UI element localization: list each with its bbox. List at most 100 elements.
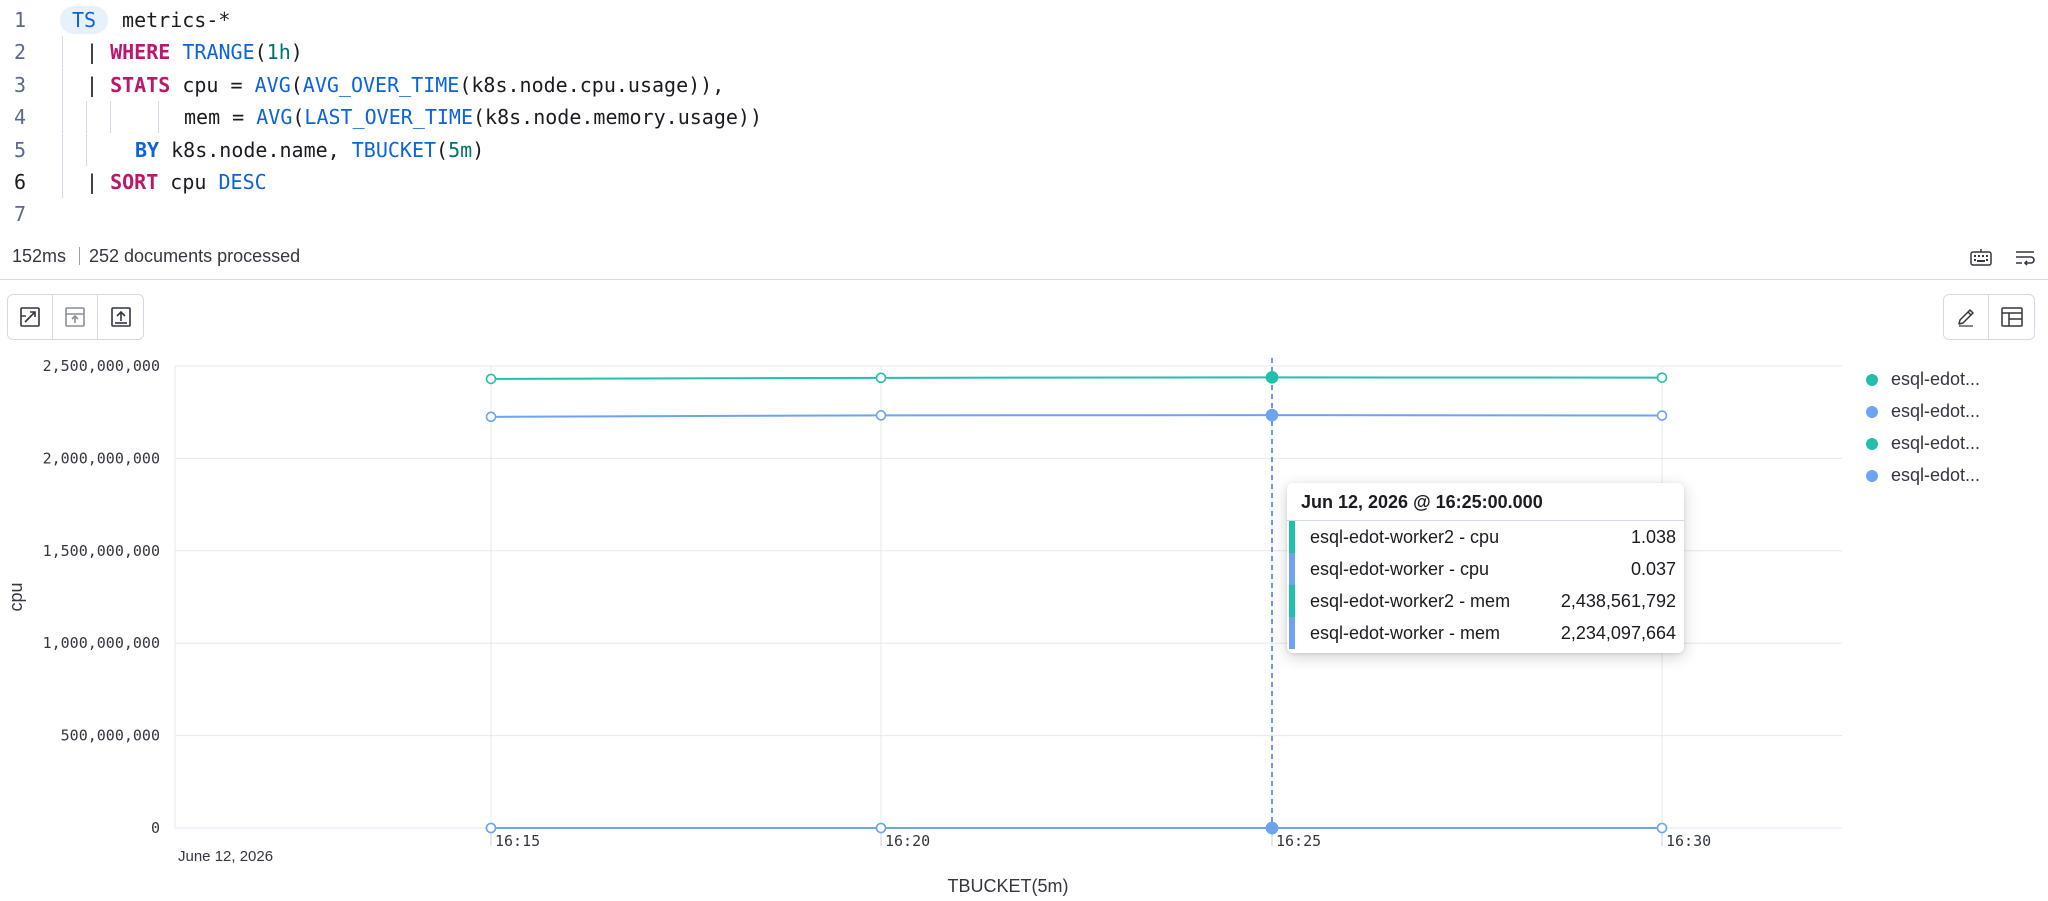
tooltip-series-value: 1.038 (1630, 527, 1676, 547)
legend-item[interactable]: esql-edot... (1866, 462, 2026, 488)
line-number: 7 (13, 202, 27, 227)
save-visualization-icon (110, 307, 131, 327)
indent-guide (62, 36, 63, 69)
y-tick-label: 500,000,000 (61, 727, 160, 745)
chart-actions-right (1943, 294, 2035, 340)
legend-swatch (1866, 438, 1878, 450)
legend-swatch (1866, 374, 1878, 386)
edit-visualization-button[interactable] (1944, 295, 1989, 339)
expand-chart-button[interactable] (8, 295, 53, 339)
x-date-label: June 12, 2026 (178, 848, 273, 865)
tooltip-row: esql-edot-worker - mem 2,234,097,664 (1287, 617, 1684, 649)
data-point (1265, 821, 1279, 835)
tooltip-series-value: 2,438,561,792 (1560, 591, 1676, 611)
y-tick-label: 2,000,000,000 (43, 449, 160, 467)
y-tick-label: 2,500,000,000 (43, 357, 160, 375)
code-text: mem = AVG(LAST_OVER_TIME(k8s.node.memory… (184, 105, 762, 130)
x-axis-title: TBUCKET(5m) (948, 876, 1069, 896)
indent-guide (62, 133, 63, 166)
tooltip-series-label: esql-edot-worker - cpu (1310, 559, 1490, 579)
edit-pencil-icon (1958, 309, 1974, 327)
legend-item[interactable]: esql-edot... (1866, 366, 2026, 392)
data-point (875, 372, 887, 384)
editor-divider (0, 279, 2048, 280)
series-line (490, 414, 1663, 418)
tooltip-series-value: 0.037 (1630, 559, 1676, 579)
code-line[interactable]: 7 (0, 198, 2048, 230)
code-text: BY k8s.node.name, TBUCKET(5m) (135, 137, 485, 162)
legend-item[interactable]: esql-edot... (1866, 430, 2026, 456)
legend-swatch (1866, 470, 1878, 482)
status-separator (79, 247, 80, 265)
data-point (485, 411, 497, 423)
data-point (1265, 371, 1279, 384)
x-tick-label: 16:20 (885, 832, 930, 850)
line-number: 1 (13, 8, 27, 32)
code-line[interactable]: 4 mem = AVG(LAST_OVER_TIME(k8s.node.memor… (0, 101, 2048, 134)
data-point (1656, 410, 1668, 421)
legend-label: esql-edot... (1891, 369, 1981, 389)
legend-label: esql-edot... (1891, 465, 1981, 485)
query-editor[interactable]: 1 TS metrics-* 2 | WHERE TRANGE(1h) 3 | STATS… (0, 0, 2048, 232)
data-point (1265, 408, 1279, 422)
expand-chart-icon (20, 307, 40, 327)
line-number: 4 (13, 105, 27, 130)
legend-label: esql-edot... (1891, 433, 1981, 453)
code-line[interactable]: 6 | SORT cpu DESC (0, 166, 2048, 198)
chart-tooltip: Jun 12, 2026 @ 16:25:00.000 esql-edot-wo… (1287, 483, 1684, 653)
layout-panel-button[interactable] (1989, 295, 2034, 339)
code-line[interactable]: 1 TS metrics-* (0, 4, 2048, 36)
tooltip-row: esql-edot-worker - cpu 0.037 (1287, 553, 1684, 585)
line-number: 3 (13, 72, 27, 97)
y-tick-label: 1,500,000,000 (43, 542, 160, 560)
save-visualization-button[interactable] (98, 295, 143, 339)
layout-panel-icon (2000, 307, 2023, 327)
line-number: 2 (13, 40, 27, 65)
y-tick-label: 0 (151, 819, 160, 837)
x-tick-label: 16:25 (1276, 832, 1321, 850)
code-text: | WHERE TRANGE(1h) (86, 40, 303, 65)
data-point (875, 822, 887, 834)
line-chart[interactable]: 0 500,000,000 1,000,000,000 1,500,000,000 2,… (0, 350, 2048, 901)
tooltip-series-label: esql-edot-worker - mem (1310, 623, 1501, 643)
tooltip-series-marker (1289, 553, 1295, 585)
code-text: | SORT cpu DESC (86, 170, 267, 194)
tooltip-series-label: esql-edot-worker2 - cpu (1310, 527, 1500, 547)
keyboard-icon[interactable] (1970, 246, 1992, 266)
tooltip-series-label: esql-edot-worker2 - mem (1310, 591, 1511, 611)
legend-item[interactable]: esql-edot... (1866, 398, 2026, 424)
code-text: metrics-* (110, 8, 231, 32)
wrap-lines-icon[interactable] (2014, 246, 2036, 266)
x-tick-label: 16:15 (495, 832, 540, 850)
tooltip-title: Jun 12, 2026 @ 16:25:00.000 (1287, 483, 1684, 521)
chart-actions-left (7, 294, 144, 340)
documents-processed: 252 documents processed (89, 246, 301, 266)
series-line (490, 376, 1663, 380)
data-point (875, 410, 887, 421)
code-line[interactable]: 5 BY k8s.node.name, TBUCKET(5m) (0, 133, 2048, 166)
tooltip-row: esql-edot-worker2 - mem 2,438,561,792 (1287, 585, 1684, 617)
indent-guide (158, 101, 159, 134)
legend-swatch (1866, 406, 1878, 418)
collapse-chart-button[interactable] (53, 295, 98, 339)
data-point (485, 822, 497, 834)
code-line[interactable]: 2 | WHERE TRANGE(1h) (0, 36, 2048, 69)
code-line[interactable]: 3 | STATS cpu = AVG(AVG_OVER_TIME(k8s.nod… (0, 68, 2048, 101)
ts-command-keyword: TS (60, 6, 108, 34)
tooltip-series-marker (1289, 521, 1295, 553)
y-axis-title: cpu (6, 582, 26, 611)
x-tick-label: 16:30 (1666, 832, 1711, 850)
query-status-bar: 152ms 252 documents processed (0, 240, 2048, 272)
data-point (1656, 822, 1668, 834)
indent-guide (86, 133, 87, 166)
indent-guide (62, 68, 63, 101)
line-number: 6 (13, 170, 27, 194)
collapse-chart-icon (65, 307, 85, 327)
indent-guide (110, 101, 111, 134)
indent-guide (62, 101, 63, 134)
code-text: | STATS cpu = AVG(AVG_OVER_TIME(k8s.node… (86, 72, 725, 97)
indent-guide (86, 101, 87, 134)
tooltip-series-value: 2,234,097,664 (1560, 623, 1676, 643)
y-tick-label: 1,000,000,000 (43, 634, 160, 652)
query-duration: 152ms (12, 246, 67, 266)
